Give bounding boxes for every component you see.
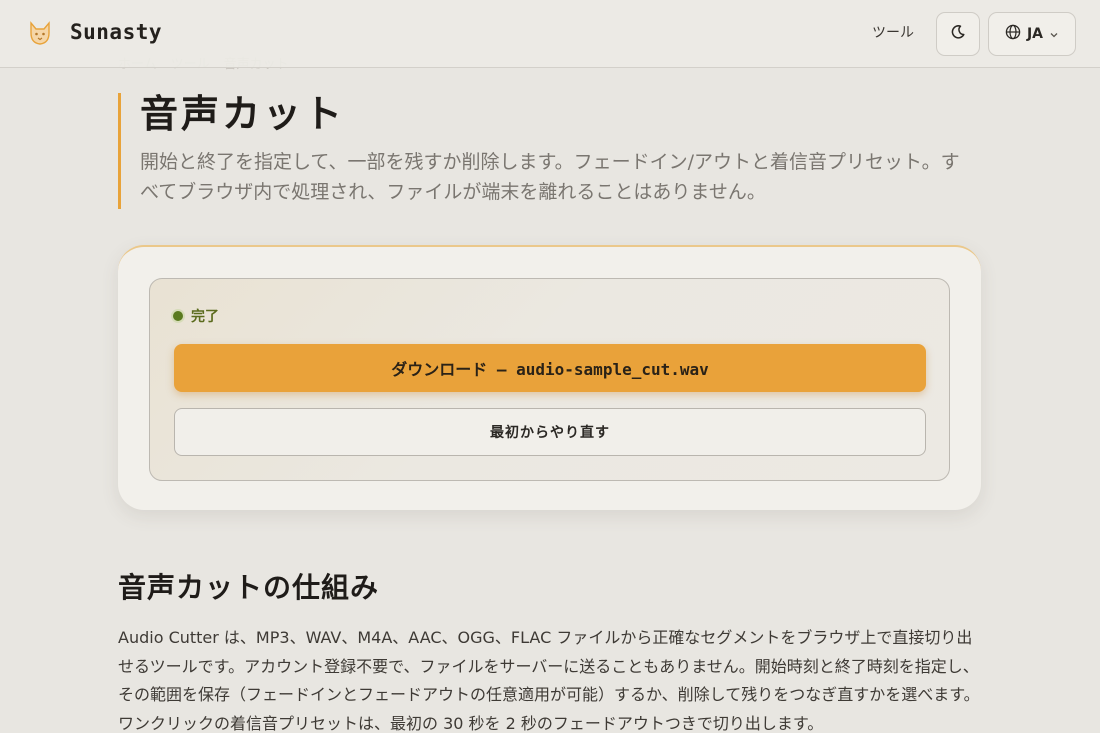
nav-tools-link[interactable]: ツール xyxy=(860,22,926,44)
status-dot-icon xyxy=(173,311,183,321)
page-title: 音声カット xyxy=(140,92,346,136)
section-body: Audio Cutter は、MP3、WAV、M4A、AAC、OGG、FLAC … xyxy=(118,628,980,733)
status-label: 完了 xyxy=(191,309,219,325)
download-button[interactable]: ダウンロード — audio-sample_cut.wav xyxy=(174,344,926,392)
theme-toggle-button[interactable] xyxy=(936,12,980,56)
globe-icon xyxy=(1005,24,1021,44)
language-selector[interactable]: JA xyxy=(988,12,1076,56)
site-header: Sunasty ツール JA xyxy=(0,0,1100,68)
moon-icon xyxy=(950,24,966,44)
brand-name[interactable]: Sunasty xyxy=(70,20,162,44)
chevron-down-icon xyxy=(1049,25,1059,44)
fox-logo-icon[interactable] xyxy=(26,19,54,47)
result-card: 完了 ダウンロード — audio-sample_cut.wav 最初からやり直… xyxy=(118,245,981,510)
status-indicator: 完了 xyxy=(173,306,219,326)
section-title: 音声カットの仕組み xyxy=(118,571,380,604)
page-header: 音声カット 開始と終了を指定して、一部を残すか削除します。フェードイン/アウトと… xyxy=(118,93,978,209)
language-label: JA xyxy=(1026,26,1044,42)
page-description: 開始と終了を指定して、一部を残すか削除します。フェードイン/アウトと着信音プリセ… xyxy=(140,151,960,203)
result-panel: 完了 ダウンロード — audio-sample_cut.wav 最初からやり直… xyxy=(149,278,950,481)
restart-button[interactable]: 最初からやり直す xyxy=(174,408,926,456)
